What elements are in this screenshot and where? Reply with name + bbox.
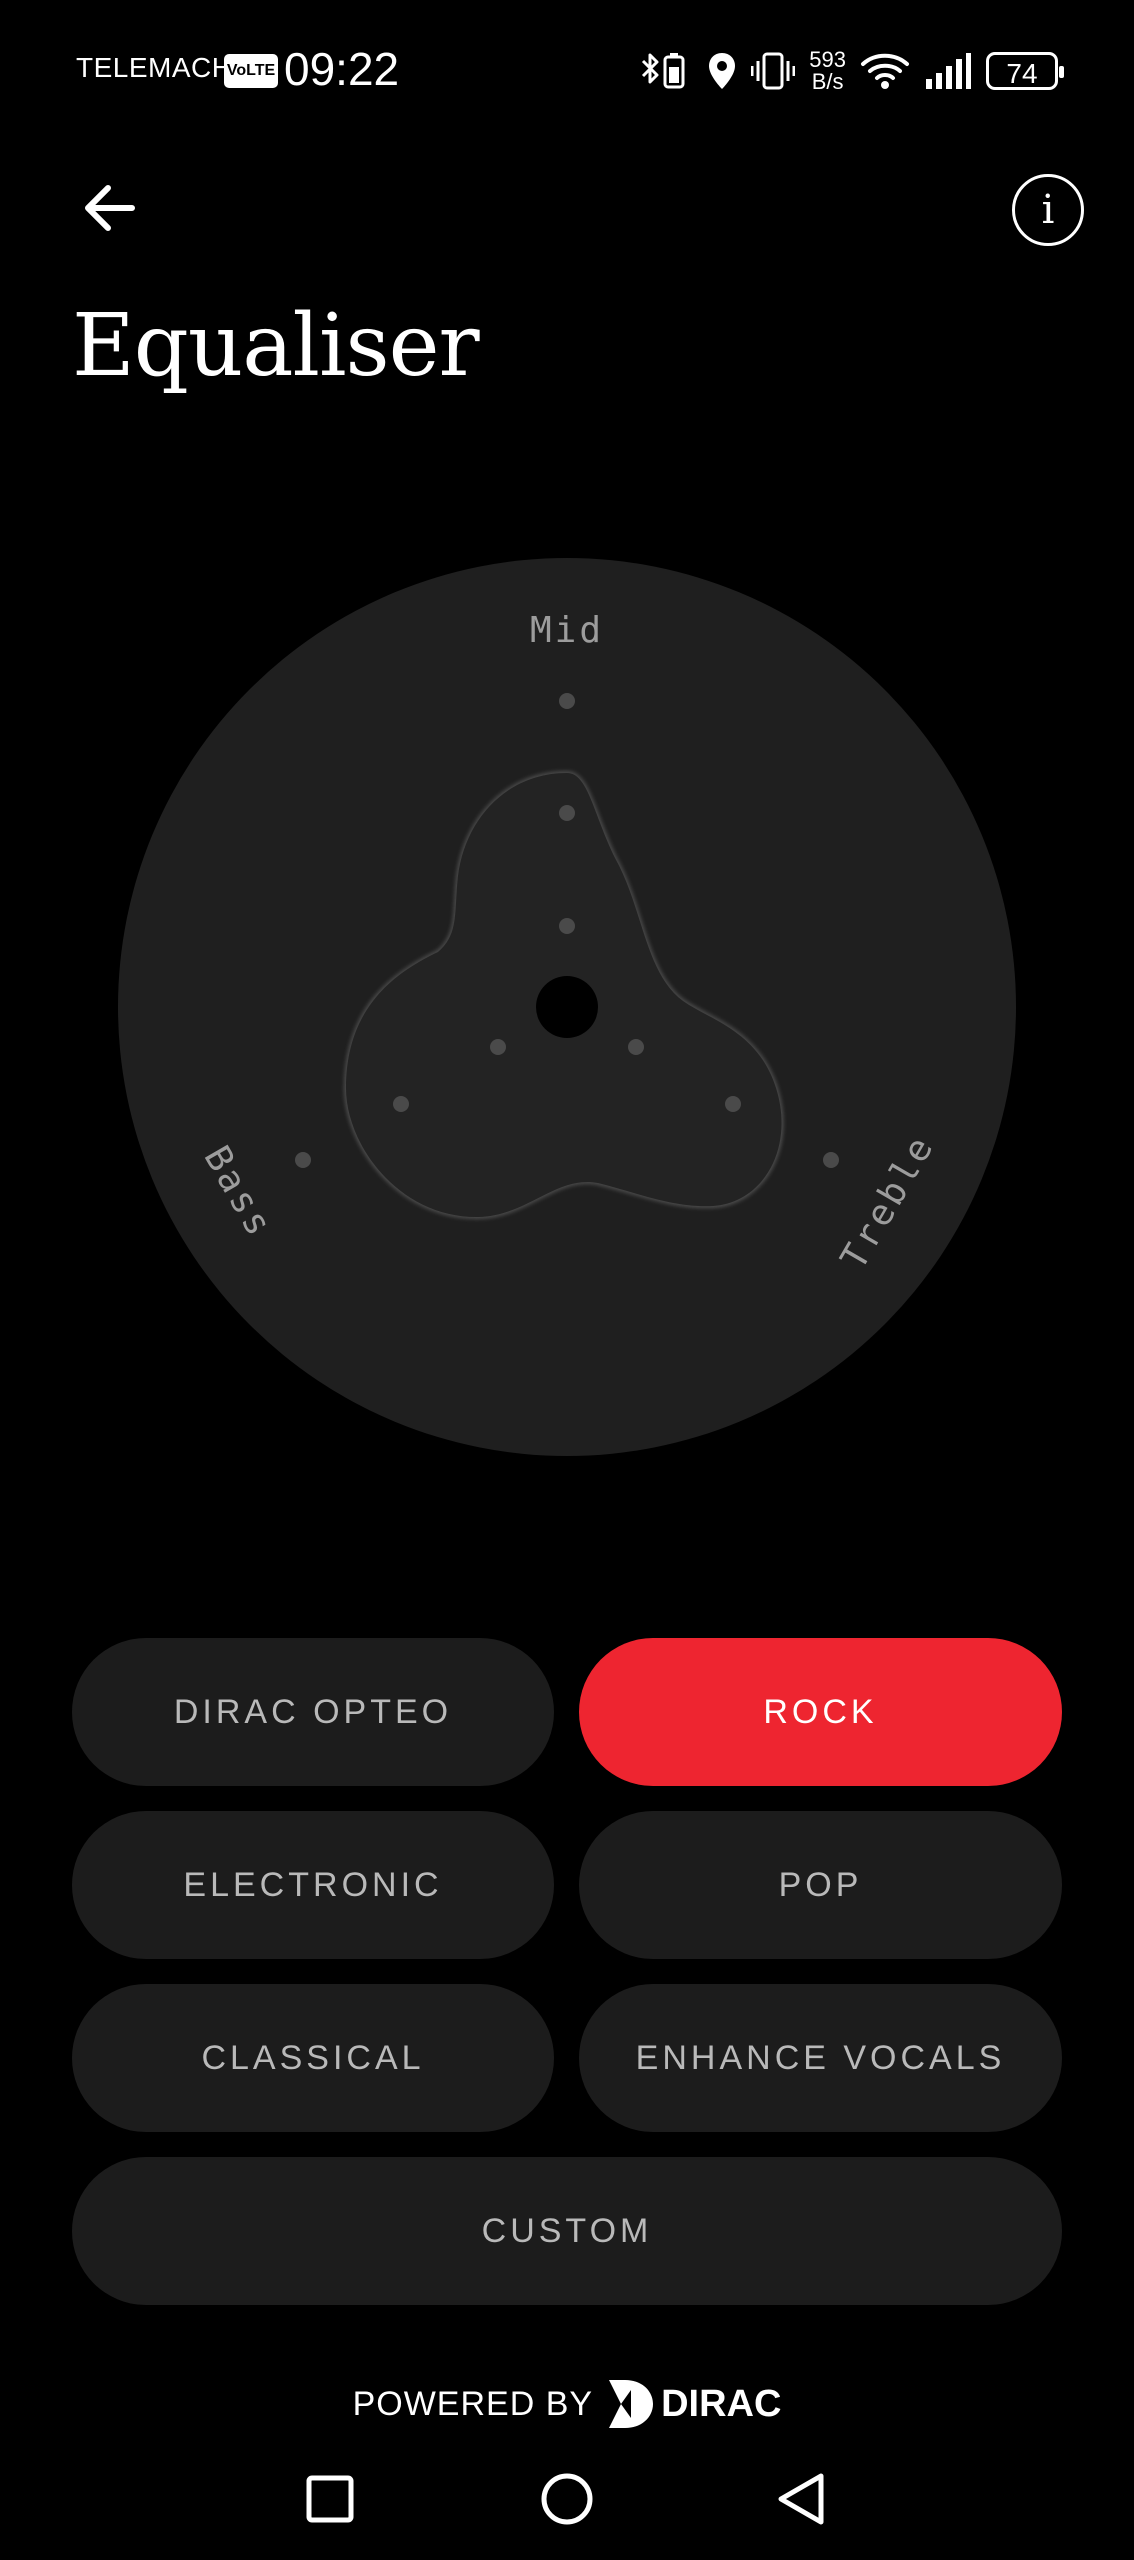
info-icon: i (1041, 187, 1055, 233)
treble-point-outer (823, 1152, 839, 1168)
preset-classical[interactable]: CLASSICAL (72, 1984, 554, 2132)
page-title: Equaliser (72, 296, 480, 396)
preset-custom[interactable]: CUSTOM (72, 2157, 1062, 2305)
status-icons: 593 B/s 74 (639, 44, 1064, 98)
preset-dirac-opteo[interactable]: DIRAC OPTEO (72, 1638, 554, 1786)
powered-by: POWERED BY DIRAC (0, 2378, 1134, 2430)
back-icon (778, 2473, 824, 2525)
bass-point-handle (393, 1096, 409, 1112)
dirac-logo: DIRAC (607, 2378, 781, 2430)
navigation-bar (0, 2440, 1134, 2560)
vibrate-icon (751, 52, 796, 90)
preset-pop[interactable]: POP (579, 1811, 1062, 1959)
bass-point-inner (490, 1039, 506, 1055)
recent-apps-icon (306, 2475, 354, 2523)
back-button[interactable] (74, 172, 146, 244)
status-bar: TELEMACH VoLTE 09:22 593 B/s 74 (0, 0, 1134, 140)
net-speed: 593 B/s (809, 49, 846, 93)
preset-enhance-vocals[interactable]: ENHANCE VOCALS (579, 1984, 1062, 2132)
dial-graphic: Mid Bass Treble (118, 558, 1016, 1456)
bass-point-outer (295, 1152, 311, 1168)
nav-back-button[interactable] (757, 2454, 847, 2544)
carrier-name: TELEMACH (76, 52, 233, 83)
battery-icon: 74 (986, 52, 1064, 90)
home-icon (541, 2473, 593, 2525)
preset-rock[interactable]: ROCK (579, 1638, 1062, 1786)
wifi-icon (861, 53, 909, 89)
home-button[interactable] (522, 2454, 612, 2544)
dirac-logo-icon (609, 2380, 654, 2428)
mid-point-handle (559, 805, 575, 821)
mid-point-inner (559, 918, 575, 934)
location-icon (709, 53, 736, 89)
dirac-brand: DIRAC (661, 2382, 782, 2425)
bluetooth-battery-icon (642, 53, 685, 89)
dial-center (536, 976, 598, 1038)
status-time: 09:22 (284, 43, 400, 95)
signal-icon (926, 53, 971, 89)
net-speed-value: 593 (809, 47, 846, 72)
net-speed-unit: B/s (811, 69, 844, 94)
info-button[interactable]: i (1012, 174, 1084, 246)
equaliser-dial[interactable]: Mid Bass Treble (118, 558, 1016, 1456)
mid-label: Mid (530, 610, 604, 651)
volte-badge: VoLTE (224, 54, 278, 88)
recent-apps-button[interactable] (285, 2454, 375, 2544)
arrow-left-icon (85, 185, 135, 231)
treble-point-inner (628, 1039, 644, 1055)
preset-electronic[interactable]: ELECTRONIC (72, 1811, 554, 1959)
treble-point-handle (725, 1096, 741, 1112)
powered-by-text: POWERED BY (352, 2384, 594, 2423)
mid-point-outer (559, 693, 575, 709)
